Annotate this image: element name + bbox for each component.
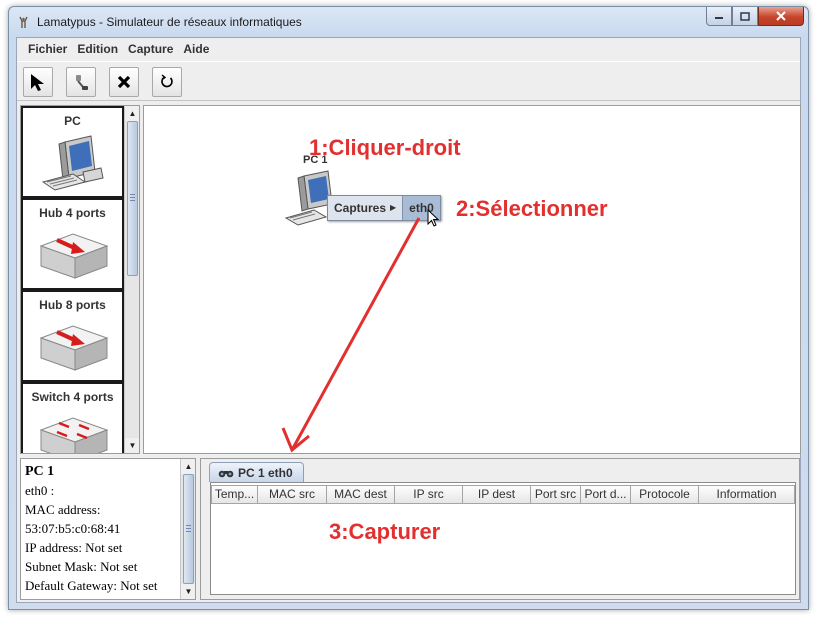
close-button[interactable] [758,7,804,26]
capture-table: Temp... MAC src MAC dest IP src IP dest … [210,482,796,595]
scroll-down-icon[interactable]: ▼ [181,584,195,599]
device-info-panel: PC 1 eth0 : MAC address: 53:07:b5:c0:68:… [20,458,196,600]
palette-item-label: Switch 4 ports [31,390,114,404]
menu-bar: Fichier Edition Capture Aide [17,38,800,60]
annotation-step3: 3:Capturer [329,519,441,544]
scroll-up-icon[interactable]: ▲ [181,459,195,474]
reset-tool-button[interactable] [152,67,182,97]
column-header[interactable]: Port src [531,485,581,504]
hub-icon [39,325,109,371]
cable-tool-button[interactable] [66,67,96,97]
info-line: IP address: Not set [25,540,123,555]
column-header[interactable]: MAC src [258,485,327,504]
menu-edition[interactable]: Edition [72,42,123,56]
network-canvas[interactable]: PC 1 Captures ▶ eth0 1:Cliquer-droit 2:S… [143,105,801,454]
context-menu: Captures ▶ eth0 [327,195,441,221]
capture-panel: PC 1 eth0 Temp... MAC src MAC dest IP sr… [200,458,800,600]
tab-capture-pc1-eth0[interactable]: PC 1 eth0 [209,462,304,482]
info-title: PC 1 [25,464,55,479]
app-window: Lamatypus - Simulateur de réseaux inform… [8,6,809,610]
context-menu-captures[interactable]: Captures ▶ [328,196,402,220]
column-header[interactable]: Information [699,485,795,504]
mouse-cursor-icon [427,209,440,227]
annotation-arrow [281,217,421,453]
arrow-pointer-icon [31,74,44,91]
binoculars-icon [218,470,234,477]
annotation-step1: 1:Cliquer-droit [309,135,461,160]
x-mark-icon [117,75,131,89]
window-title: Lamatypus - Simulateur de réseaux inform… [37,15,302,29]
menu-aide[interactable]: Aide [178,42,214,56]
client-area: Fichier Edition Capture Aide PC Hub 4 po… [16,37,801,603]
info-line: MAC address: [25,502,101,517]
info-line: Subnet Mask: Not set [25,559,138,574]
column-header[interactable]: IP dest [463,485,531,504]
context-menu-captures-label: Captures [334,201,387,215]
app-logo-icon [19,16,28,28]
scroll-thumb[interactable] [183,474,194,584]
refresh-icon [161,74,173,88]
column-header[interactable]: MAC dest [327,485,395,504]
column-header[interactable]: Protocole [631,485,699,504]
info-line: 53:07:b5:c0:68:41 [25,521,121,536]
column-header[interactable]: Temp... [211,485,258,504]
minimize-icon [715,17,723,19]
menu-capture[interactable]: Capture [123,42,178,56]
scroll-up-icon[interactable]: ▲ [125,106,139,121]
submenu-arrow-icon: ▶ [390,203,397,212]
palette-item-pc[interactable]: PC [21,106,124,198]
minimize-button[interactable] [706,7,732,26]
maximize-icon [740,11,750,21]
connector-plug-icon [76,75,88,90]
switch-icon [39,417,109,453]
palette-item-label: Hub 4 ports [39,206,106,220]
palette-item-label: PC [64,114,81,128]
select-tool-button[interactable] [23,67,53,97]
palette-item-label: Hub 8 ports [39,298,106,312]
info-scrollbar[interactable]: ▲ ▼ [180,459,195,599]
tab-label: PC 1 eth0 [238,465,293,480]
info-line: eth0 : [25,483,55,498]
device-palette: PC Hub 4 ports Hub 8 ports Switch 4 port… [20,105,140,454]
palette-item-hub4[interactable]: Hub 4 ports [21,198,124,290]
toolbar [17,61,800,101]
table-header: Temp... MAC src MAC dest IP src IP dest … [211,485,795,504]
info-line: Default Gateway: Not set [25,578,158,593]
column-header[interactable]: Port d... [581,485,631,504]
close-icon [776,11,786,21]
annotation-step2: 2:Sélectionner [456,196,608,221]
title-bar: Lamatypus - Simulateur de réseaux inform… [9,7,808,35]
scroll-thumb[interactable] [127,121,138,276]
column-header[interactable]: IP src [395,485,463,504]
palette-item-switch4[interactable]: Switch 4 ports [21,382,124,453]
palette-scrollbar[interactable]: ▲ ▼ [124,106,139,453]
palette-item-hub8[interactable]: Hub 8 ports [21,290,124,382]
menu-fichier[interactable]: Fichier [23,42,72,56]
delete-tool-button[interactable] [109,67,139,97]
computer-icon [41,135,104,191]
maximize-button[interactable] [732,7,758,26]
hub-icon [39,233,109,279]
scroll-down-icon[interactable]: ▼ [125,438,139,453]
